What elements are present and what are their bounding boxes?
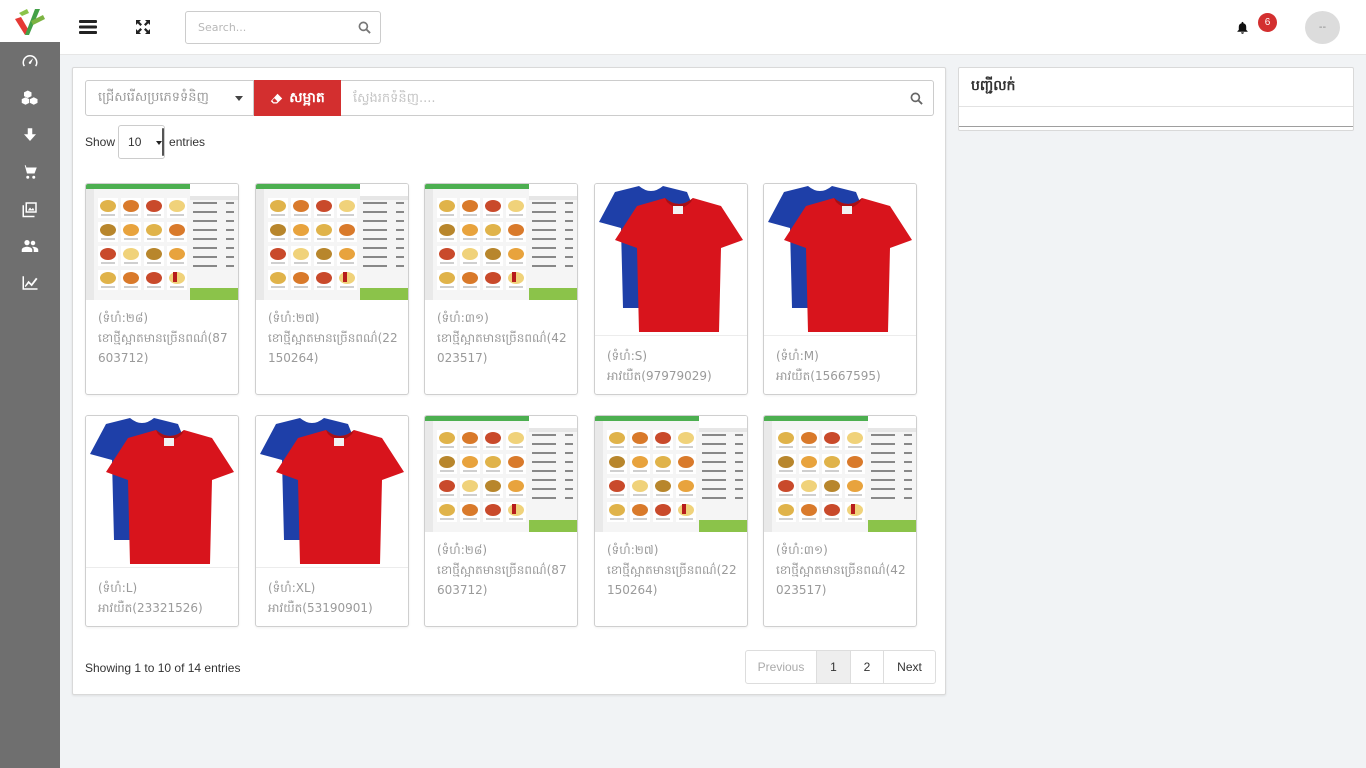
global-search[interactable] [185,11,381,44]
category-select[interactable]: ជ្រើសរើសប្រភេទទំនិញ [85,80,254,116]
sales-list-panel: បញ្ជីលក់ [958,67,1354,131]
product-panel: ជ្រើសរើសប្រភេទទំនិញ សម្អាត Show 10 entri… [72,67,946,695]
product-caption: (ទំហំ:២៧) ខោថ្មីស្អាតមានច្រើនពណ៌(2215026… [607,543,737,597]
product-card[interactable]: (ទំហំ:L) អាវយឺត(23321526) [85,415,239,627]
fullscreen-icon[interactable] [135,19,151,35]
search-icon[interactable] [910,92,923,105]
product-caption: (ទំហំ:M) អាវយឺត(15667595) [776,349,881,383]
download-icon [24,127,36,141]
product-caption: (ទំហំ:២៨) ខោថ្មីស្អាតមានច្រើនពណ៌(8760371… [98,311,228,365]
product-search[interactable] [341,80,934,116]
nav-import[interactable] [0,116,60,153]
clear-button-label: សម្អាត [289,89,325,106]
product-image [764,416,916,532]
product-card[interactable]: (ទំហំ:៣១) ខោថ្មីស្អាតមានច្រើនពណ៌(4202351… [763,415,917,627]
eraser-icon [271,93,283,103]
product-caption: (ទំហំ:S) អាវយឺត(97979029) [607,349,712,383]
product-image [256,184,408,300]
select-edge [162,128,165,156]
dashboard-icon [22,54,38,67]
clear-button[interactable]: សម្អាត [254,80,341,116]
product-image [86,416,238,568]
product-caption: (ទំហំ:XL) អាវយឺត(53190901) [268,581,373,615]
divider [959,106,1353,107]
bell-icon[interactable] [1236,21,1249,34]
sales-list-title: បញ្ជីលក់ [971,78,1016,94]
page-length-control: Show 10 entries [85,125,205,159]
chart-icon [22,275,38,290]
product-card[interactable]: (ទំហំ:XL) អាវយឺត(53190901) [255,415,409,627]
previous-page-button[interactable]: Previous [746,651,817,683]
notification-badge: 6 [1258,13,1277,32]
pagination: Previous 1 2 Next [745,650,936,684]
product-caption: (ទំហំ:L) អាវយឺត(23321526) [98,581,203,615]
app-logo[interactable] [0,0,60,42]
filter-bar: ជ្រើសរើសប្រភេទទំនិញ សម្អាត [85,80,934,116]
product-card[interactable]: (ទំហំ:M) អាវយឺត(15667595) [763,183,917,395]
pagination-info: Showing 1 to 10 of 14 entries [85,661,241,675]
product-caption: (ទំហំ:៣១) ខោថ្មីស្អាតមានច្រើនពណ៌(4202351… [776,543,906,597]
show-label: Show [85,135,116,149]
product-grid: (ទំហំ:២៨) ខោថ្មីស្អាតមានច្រើនពណ៌(8760371… [85,183,925,627]
chevron-down-icon [235,96,243,101]
product-card[interactable]: (ទំហំ:២៨) ខោថ្មីស្អាតមានច្រើនពណ៌(8760371… [85,183,239,395]
nav-products[interactable] [0,79,60,116]
product-caption: (ទំហំ:២៨) ខោថ្មីស្អាតមានច្រើនពណ៌(8760371… [437,543,567,597]
nav-gallery[interactable] [0,190,60,227]
search-icon[interactable] [358,21,371,34]
product-card[interactable]: (ទំហំ:២៧) ខោថ្មីស្អាតមានច្រើនពណ៌(2215026… [255,183,409,395]
divider [959,126,1353,127]
product-image [595,416,747,532]
page-2-button[interactable]: 2 [851,651,884,683]
hamburger-menu-icon[interactable] [78,17,98,37]
page-length-select[interactable]: 10 [118,125,166,159]
next-page-button[interactable]: Next [884,651,935,683]
nav-reports[interactable] [0,264,60,301]
product-card[interactable]: (ទំហំ:៣១) ខោថ្មីស្អាតមានច្រើនពណ៌(4202351… [424,183,578,395]
entries-label: entries [169,135,206,149]
product-caption: (ទំហំ:៣១) ខោថ្មីស្អាតមានច្រើនពណ៌(4202351… [437,311,567,365]
user-avatar[interactable]: -- [1305,11,1340,44]
product-card[interactable]: (ទំហំ:២៧) ខោថ្មីស្អាតមានច្រើនពណ៌(2215026… [594,415,748,627]
nav-customers[interactable] [0,227,60,264]
global-search-input[interactable] [186,12,346,43]
cart-icon [22,164,37,179]
users-icon [21,239,39,252]
category-select-value: ជ្រើសរើសប្រភេទទំនិញ [98,89,209,105]
boxes-icon [21,90,38,105]
sidebar [0,0,60,768]
page-length-value: 10 [128,135,142,149]
product-card[interactable]: (ទំហំ:២៨) ខោថ្មីស្អាតមានច្រើនពណ៌(8760371… [424,415,578,627]
gallery-icon [22,201,37,217]
product-image [595,184,747,336]
product-image [425,184,577,300]
nav-sales[interactable] [0,153,60,190]
product-card[interactable]: (ទំហំ:S) អាវយឺត(97979029) [594,183,748,395]
page-1-button[interactable]: 1 [817,651,851,683]
product-image [86,184,238,300]
top-bar: 6 -- [60,0,1366,55]
product-image [256,416,408,568]
product-image [425,416,577,532]
product-image [764,184,916,336]
product-caption: (ទំហំ:២៧) ខោថ្មីស្អាតមានច្រើនពណ៌(2215026… [268,311,398,365]
product-search-input[interactable] [341,81,881,115]
nav-dashboard[interactable] [0,42,60,79]
